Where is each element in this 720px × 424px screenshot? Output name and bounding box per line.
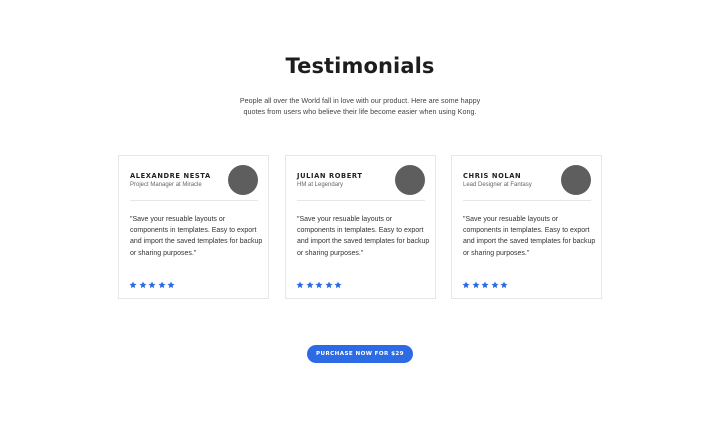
section-title: Testimonials [285,54,435,78]
star-icon [158,281,166,289]
avatar [228,165,258,195]
author-name: JULIAN ROBERT [297,172,363,180]
rating-stars [296,281,342,291]
testimonial-card: CHRIS NOLAN Lead Designer at Fantasy "Sa… [451,155,602,299]
testimonials-list: ALEXANDRE NESTA Project Manager at Mirac… [118,155,602,301]
star-icon [315,281,323,289]
author-name: CHRIS NOLAN [463,172,522,180]
divider [130,200,258,201]
avatar [561,165,591,195]
author-role: HM at Legendary [297,182,344,188]
star-icon [325,281,333,289]
star-icon [148,281,156,289]
rating-stars [462,281,508,291]
star-icon [139,281,147,289]
star-icon [296,281,304,289]
star-icon [472,281,480,289]
avatar [395,165,425,195]
author-role: Lead Designer at Fantasy [463,182,532,188]
testimonial-quote: "Save your resuable layouts or component… [297,216,430,257]
section-subtitle: People all over the World fall in love w… [239,96,481,116]
star-icon [491,281,499,289]
rating-stars [129,281,175,291]
author-name: ALEXANDRE NESTA [130,172,211,180]
divider [463,200,591,201]
testimonial-card: ALEXANDRE NESTA Project Manager at Mirac… [118,155,269,299]
star-icon [481,281,489,289]
star-icon [334,281,342,289]
purchase-button[interactable]: PURCHASE NOW FOR $29 [307,345,413,363]
testimonial-quote: "Save your resuable layouts or component… [130,216,263,257]
testimonial-card: JULIAN ROBERT HM at Legendary "Save your… [285,155,436,299]
testimonial-quote: "Save your resuable layouts or component… [463,216,596,257]
divider [297,200,425,201]
author-role: Project Manager at Miracle [130,182,202,188]
star-icon [306,281,314,289]
star-icon [462,281,470,289]
star-icon [500,281,508,289]
star-icon [167,281,175,289]
star-icon [129,281,137,289]
